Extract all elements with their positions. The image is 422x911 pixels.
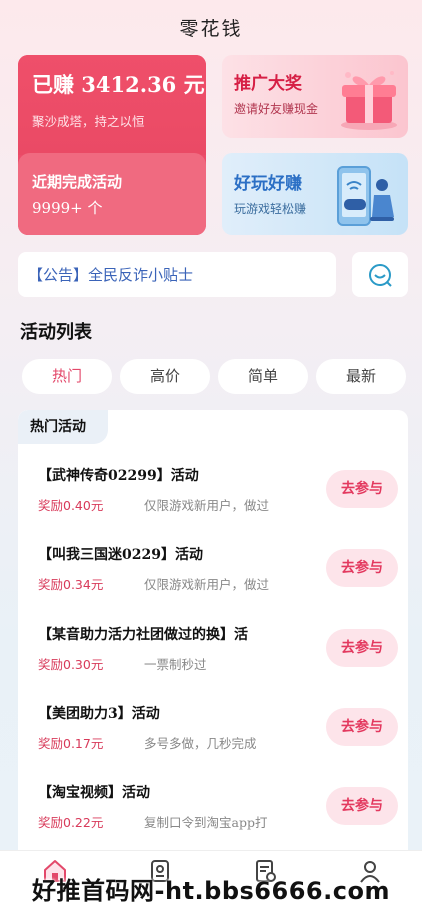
promo-subtitle: 邀请好友赚现金 — [234, 102, 319, 116]
chat-bubble-icon — [369, 263, 392, 287]
earned-slogan: 聚沙成塔，持之以恒 — [32, 114, 145, 129]
customer-service-button[interactable] — [352, 252, 408, 297]
tab-high-price[interactable]: 高价 — [120, 359, 210, 394]
app-title: 零花钱 — [179, 18, 243, 40]
join-button[interactable]: 去参与 — [326, 470, 398, 508]
phone-gamepad-icon — [337, 166, 394, 226]
list-item[interactable]: 【淘宝视频】活动 奖励0.22元 复制口令到淘宝app打 去参与 — [18, 782, 408, 856]
activity-title: 【叫我三国迷0229】活动 — [38, 547, 203, 563]
activity-title: 【淘宝视频】活动 — [38, 785, 150, 801]
activity-reward: 奖励0.30元 — [38, 657, 104, 672]
list-item[interactable]: 【某音助力活力社团做过的换】活 奖励0.30元 一票制秒过 去参与 — [18, 624, 408, 698]
activity-description: 复制口令到淘宝app打 — [144, 815, 268, 830]
recent-activities-label: 近期完成活动 — [32, 173, 123, 191]
list-item[interactable]: 【美团助力3】活动 奖励0.17元 多号多做，几秒完成 去参与 — [18, 703, 408, 777]
play-subtitle: 玩游戏轻松赚 — [234, 202, 307, 216]
earnings-card[interactable]: 已赚 3412.36 元 聚沙成塔，持之以恒 近期完成活动 9999+ 个 — [18, 55, 206, 235]
join-button[interactable]: 去参与 — [326, 549, 398, 587]
activity-title: 【美团助力3】活动 — [38, 706, 160, 722]
promo-title: 推广大奖 — [234, 74, 302, 94]
tab-hot[interactable]: 热门 — [22, 359, 112, 394]
list-tag-hot: 热门活动 — [18, 410, 108, 444]
announcement-bar[interactable]: 【公告】全民反诈小贴士 — [18, 252, 336, 297]
recent-activities-count: 9999+ 个 — [32, 199, 103, 217]
play-title: 好玩好赚 — [234, 174, 302, 194]
recent-activities-card[interactable]: 近期完成活动 9999+ 个 — [18, 153, 206, 235]
activity-description: 仅限游戏新用户，做过 — [144, 498, 270, 513]
list-item[interactable]: 【叫我三国迷0229】活动 奖励0.34元 仅限游戏新用户，做过 去参与 — [18, 544, 408, 618]
gift-box-icon — [341, 71, 397, 130]
activity-reward: 奖励0.34元 — [38, 577, 104, 592]
activity-title: 【某音助力活力社团做过的换】活 — [38, 627, 248, 643]
activity-list: 热门活动 【武神传奇02299】活动 奖励0.40元 仅限游戏新用户，做过 去参… — [18, 410, 408, 860]
watermark-text: 好推首码网-ht.bbs6666.com — [32, 877, 390, 905]
activity-title: 【武神传奇02299】活动 — [38, 468, 199, 484]
activity-tabs: 热门 高价 简单 最新 — [22, 359, 406, 394]
tab-latest[interactable]: 最新 — [316, 359, 406, 394]
activity-reward: 奖励0.17元 — [38, 736, 104, 751]
activity-description: 多号多做，几秒完成 — [144, 736, 257, 751]
activity-description: 一票制秒过 — [144, 657, 207, 672]
activity-reward: 奖励0.22元 — [38, 815, 104, 830]
activity-reward: 奖励0.40元 — [38, 498, 104, 513]
list-item[interactable]: 【武神传奇02299】活动 奖励0.40元 仅限游戏新用户，做过 去参与 — [18, 465, 408, 539]
earned-amount: 已赚 3412.36 元 — [32, 72, 205, 97]
activity-description: 仅限游戏新用户，做过 — [144, 577, 270, 592]
join-button[interactable]: 去参与 — [326, 629, 398, 667]
join-button[interactable]: 去参与 — [326, 708, 398, 746]
tab-simple[interactable]: 简单 — [218, 359, 308, 394]
play-games-card[interactable]: 好玩好赚 玩游戏轻松赚 — [222, 153, 408, 235]
activity-list-title: 活动列表 — [20, 322, 92, 343]
join-button[interactable]: 去参与 — [326, 787, 398, 825]
promo-card[interactable]: 推广大奖 邀请好友赚现金 — [222, 55, 408, 138]
